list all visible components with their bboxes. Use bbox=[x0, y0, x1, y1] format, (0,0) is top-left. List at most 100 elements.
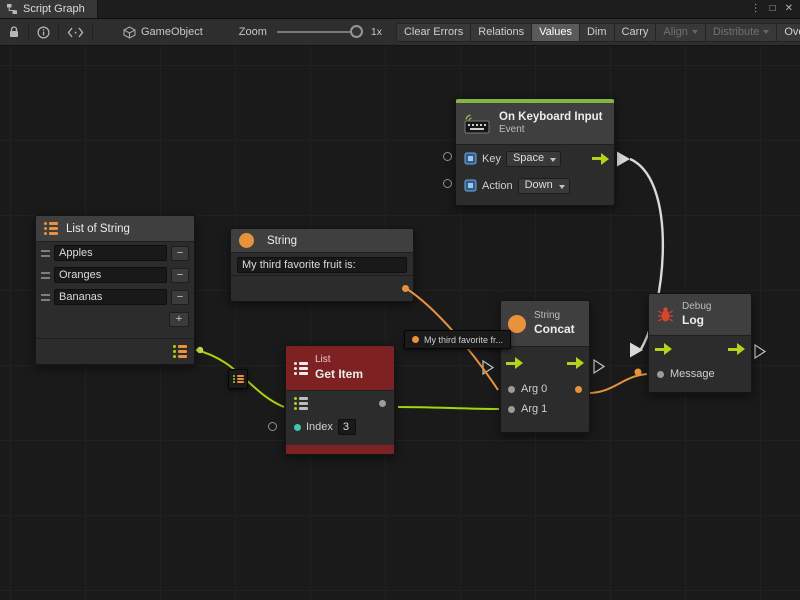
clear-errors-button[interactable]: Clear Errors bbox=[396, 23, 470, 42]
node-category: Debug bbox=[682, 301, 711, 314]
index-row: Index bbox=[286, 415, 394, 439]
node-title: Log bbox=[682, 313, 711, 328]
list-icon bbox=[233, 375, 244, 383]
message-row: Message bbox=[649, 362, 751, 386]
index-outer-port[interactable] bbox=[268, 422, 277, 431]
wire-list-type-badge bbox=[228, 369, 248, 389]
flow-input-port[interactable] bbox=[506, 357, 523, 369]
zoom-label: Zoom bbox=[239, 26, 267, 38]
node-header[interactable]: List Get Item bbox=[286, 346, 394, 391]
trigger-output-port[interactable] bbox=[592, 153, 609, 165]
key-row: Key Space bbox=[456, 145, 614, 172]
list-item-row: − bbox=[36, 286, 194, 308]
code-view-icon[interactable] bbox=[67, 27, 84, 38]
remove-item-button[interactable]: − bbox=[171, 290, 189, 305]
action-label: Action bbox=[482, 180, 513, 192]
chevron-down-icon bbox=[692, 30, 698, 34]
flow-input-port[interactable] bbox=[655, 343, 672, 355]
flow-output-port[interactable] bbox=[728, 343, 745, 355]
title-bar: Script Graph ⋮ □ ✕ bbox=[0, 0, 800, 18]
node-concat[interactable]: String Concat Arg 0 Arg 1 bbox=[500, 300, 590, 433]
align-button[interactable]: Align bbox=[655, 23, 704, 42]
tooltip-text: My third favorite fr... bbox=[424, 335, 503, 345]
node-header[interactable]: Debug Log bbox=[649, 294, 751, 336]
toolbar-separator bbox=[28, 24, 29, 40]
node-on-keyboard-input[interactable]: On Keyboard Input Event Key Space Action… bbox=[455, 98, 615, 206]
node-title: String bbox=[267, 235, 297, 247]
key-input-port[interactable] bbox=[443, 152, 452, 161]
item-output-port[interactable] bbox=[379, 400, 386, 407]
arg0-row: Arg 0 bbox=[501, 379, 589, 399]
list-item-input[interactable] bbox=[54, 245, 167, 261]
node-header[interactable]: String bbox=[231, 229, 413, 253]
string-output-port[interactable] bbox=[402, 285, 409, 292]
list-input-row bbox=[286, 391, 394, 415]
arg1-row: Arg 1 bbox=[501, 399, 589, 419]
node-title: On Keyboard Input bbox=[499, 110, 603, 124]
node-color-strip bbox=[286, 445, 394, 454]
remove-item-button[interactable]: − bbox=[171, 268, 189, 283]
maximize-icon[interactable]: □ bbox=[770, 4, 776, 14]
window-controls: ⋮ □ ✕ bbox=[751, 4, 800, 14]
index-input-port[interactable] bbox=[294, 424, 301, 431]
toolbar-separator bbox=[58, 24, 59, 40]
list-output-row bbox=[36, 338, 194, 364]
drag-handle-icon[interactable] bbox=[41, 294, 50, 301]
node-category: String bbox=[534, 310, 575, 323]
info-icon[interactable] bbox=[37, 26, 50, 39]
arg0-input-port[interactable] bbox=[508, 386, 515, 393]
dim-button[interactable]: Dim bbox=[579, 23, 614, 42]
node-header[interactable]: On Keyboard Input Event bbox=[456, 103, 614, 145]
list-output-port[interactable] bbox=[173, 345, 187, 358]
gameobject-label[interactable]: GameObject bbox=[141, 26, 203, 38]
node-string-literal[interactable]: String bbox=[230, 228, 414, 302]
flow-output-port[interactable] bbox=[567, 357, 584, 369]
arg1-input-port[interactable] bbox=[508, 406, 515, 413]
drag-handle-icon[interactable] bbox=[41, 250, 50, 257]
values-button[interactable]: Values bbox=[531, 23, 579, 42]
index-label: Index bbox=[306, 421, 333, 433]
control-flow-row bbox=[649, 336, 751, 362]
overview-button[interactable]: Overv bbox=[776, 23, 800, 42]
action-row: Action Down bbox=[456, 172, 614, 199]
key-dropdown[interactable]: Space bbox=[506, 151, 561, 167]
drag-handle-icon[interactable] bbox=[41, 272, 50, 279]
distribute-button[interactable]: Distribute bbox=[705, 23, 776, 42]
lock-icon[interactable] bbox=[8, 26, 20, 39]
node-list-of-string[interactable]: List of String − − − + bbox=[35, 215, 195, 365]
tab-title: Script Graph bbox=[23, 3, 85, 15]
message-input-port[interactable] bbox=[657, 371, 664, 378]
node-debug-log[interactable]: Debug Log Message bbox=[648, 293, 752, 393]
node-get-item[interactable]: List Get Item Index bbox=[285, 345, 395, 455]
close-icon[interactable]: ✕ bbox=[785, 4, 793, 14]
action-input-port[interactable] bbox=[443, 179, 452, 188]
carry-button[interactable]: Carry bbox=[614, 23, 656, 42]
script-graph-icon bbox=[6, 3, 18, 15]
zoom-slider-knob[interactable] bbox=[350, 25, 363, 38]
keycode-icon bbox=[464, 179, 477, 192]
toolbar-button-group: Clear Errors Relations Values Dim Carry … bbox=[396, 23, 800, 42]
list-item-input[interactable] bbox=[54, 289, 167, 305]
graph-toolbar: GameObject Zoom 1x Clear Errors Relation… bbox=[0, 18, 800, 46]
result-output-port[interactable] bbox=[575, 386, 582, 393]
message-label: Message bbox=[670, 368, 715, 380]
node-header[interactable]: String Concat bbox=[501, 301, 589, 347]
gameobject-icon bbox=[123, 26, 136, 39]
list-item-input[interactable] bbox=[54, 267, 167, 283]
remove-item-button[interactable]: − bbox=[171, 246, 189, 261]
list-input-port[interactable] bbox=[294, 397, 308, 410]
list-icon bbox=[44, 222, 58, 235]
zoom-value: 1x bbox=[371, 26, 382, 38]
index-input[interactable] bbox=[338, 419, 356, 435]
string-value-input[interactable] bbox=[237, 257, 407, 273]
window-menu-icon[interactable]: ⋮ bbox=[751, 4, 761, 14]
tab-script-graph[interactable]: Script Graph bbox=[0, 0, 98, 18]
add-item-button[interactable]: + bbox=[169, 312, 189, 327]
action-dropdown[interactable]: Down bbox=[518, 178, 570, 194]
string-type-icon bbox=[508, 315, 526, 333]
string-value-icon bbox=[412, 336, 419, 343]
relations-button[interactable]: Relations bbox=[470, 23, 531, 42]
node-header[interactable]: List of String bbox=[36, 216, 194, 242]
string-output-row bbox=[231, 275, 413, 301]
zoom-slider[interactable] bbox=[277, 31, 359, 33]
